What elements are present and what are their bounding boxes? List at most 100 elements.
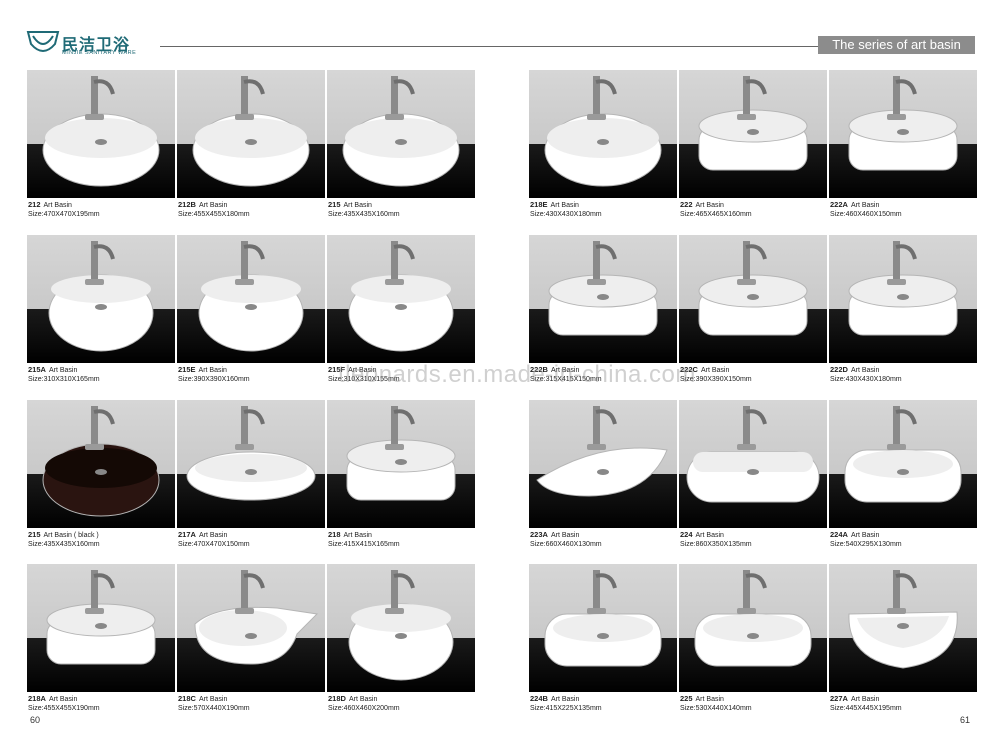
product-code: 224 (680, 530, 693, 539)
product-name: Art Basin (348, 696, 378, 703)
product-caption: 227A Art Basin Size:445X445X195mm (830, 694, 902, 713)
product-photo (327, 70, 475, 198)
product-code: 218A (28, 694, 46, 703)
drain-icon (395, 633, 407, 639)
product-photo (679, 564, 827, 692)
size-label: Size: (530, 705, 546, 712)
drain-icon (597, 139, 609, 145)
product-name: Art Basin ( black ) (43, 532, 99, 539)
product-caption: 222A Art Basin Size:460X460X150mm (830, 200, 902, 219)
basin-image (348, 274, 454, 352)
product-code: 212 (28, 200, 41, 209)
drain-icon (897, 623, 909, 629)
product-code: 224B (530, 694, 548, 703)
drain-icon (245, 139, 257, 145)
product-caption: 212 Art Basin Size:470X470X195mm (28, 200, 100, 219)
product-code: 218E (530, 200, 548, 209)
basin-image (348, 603, 454, 681)
product-caption: 224B Art Basin Size:415X225X135mm (530, 694, 602, 713)
product-caption: 217A Art Basin Size:470X470X150mm (178, 530, 250, 549)
watermark: tleonards.en.made-in-china.com (338, 361, 696, 388)
drain-icon (95, 623, 107, 629)
basin-image (342, 113, 460, 187)
size-label: Size: (178, 211, 194, 218)
drain-icon (897, 469, 909, 475)
size-label: Size: (178, 541, 194, 548)
product-code: 218C (178, 694, 196, 703)
product-size: 435X435X160mm (43, 541, 100, 548)
product-name: Art Basin (198, 367, 227, 374)
product-photo (529, 235, 677, 363)
product-photo (529, 70, 677, 198)
product-size: 530X440X140mm (695, 705, 752, 712)
faucet-icon (235, 406, 265, 450)
drain-icon (747, 633, 759, 639)
brand-name-en: MINJIE SANITARY WARE (62, 50, 137, 56)
product-size: 430X430X180mm (545, 211, 602, 218)
page-number-right: 61 (960, 715, 971, 725)
size-label: Size: (830, 211, 846, 218)
drain-icon (95, 139, 107, 145)
size-label: Size: (178, 705, 194, 712)
product-code: 224A (830, 530, 848, 539)
product-size: 540X295X130mm (845, 541, 902, 548)
product-photo (27, 235, 175, 363)
drain-icon (95, 469, 107, 475)
basin-image (848, 611, 958, 669)
product-size: 470X470X150mm (193, 541, 250, 548)
drain-icon (597, 469, 609, 475)
product-photo (27, 400, 175, 528)
size-label: Size: (680, 705, 696, 712)
drain-icon (897, 294, 909, 300)
product-name: Art Basin (198, 696, 228, 703)
product-name: Art Basin (550, 696, 580, 703)
product-caption: 223A Art Basin Size:660X460X130mm (530, 530, 602, 549)
product-caption: 218A Art Basin Size:455X455X190mm (28, 694, 100, 713)
product-code: 215A (28, 365, 46, 374)
basin-image (694, 613, 812, 667)
product-photo (829, 70, 977, 198)
product-size: 415X225X135mm (545, 705, 602, 712)
basin-image (48, 274, 154, 352)
basin-image (42, 443, 160, 517)
product-code: 222D (830, 365, 848, 374)
faucet-icon (235, 76, 265, 120)
product-photo (177, 70, 325, 198)
product-photo (177, 400, 325, 528)
product-photo (679, 400, 827, 528)
drain-icon (747, 294, 759, 300)
drain-icon (597, 633, 609, 639)
product-code: 222 (680, 200, 693, 209)
product-size: 390X390X150mm (695, 376, 752, 383)
drain-icon (245, 633, 257, 639)
drain-icon (245, 304, 257, 310)
drain-icon (897, 129, 909, 135)
size-label: Size: (28, 211, 44, 218)
drain-icon (747, 469, 759, 475)
product-size: 465X465X160mm (695, 211, 752, 218)
product-size: 455X455X190mm (43, 705, 100, 712)
product-name: Art Basin (343, 202, 372, 209)
product-name: Art Basin (850, 202, 880, 209)
product-name: Art Basin (695, 532, 724, 539)
product-code: 215 (28, 530, 41, 539)
product-code: 212B (178, 200, 196, 209)
product-name: Art Basin (198, 532, 228, 539)
product-name: Art Basin (550, 532, 580, 539)
drain-icon (747, 129, 759, 135)
product-code: 222A (830, 200, 848, 209)
product-size: 435X435X160mm (343, 211, 400, 218)
product-photo (829, 564, 977, 692)
brand-logo: 民洁卫浴 MINJIE SANITARY WARE (26, 28, 226, 62)
product-size: 570X440X190mm (193, 705, 250, 712)
product-code: 218 (328, 530, 341, 539)
size-label: Size: (530, 541, 546, 548)
size-label: Size: (28, 705, 44, 712)
product-name: Art Basin (850, 367, 880, 374)
product-name: Art Basin (343, 532, 372, 539)
product-photo (177, 235, 325, 363)
basin-image (198, 274, 304, 352)
product-size: 430X430X180mm (845, 376, 902, 383)
faucet-icon (587, 406, 617, 450)
faucet-icon (385, 76, 415, 120)
